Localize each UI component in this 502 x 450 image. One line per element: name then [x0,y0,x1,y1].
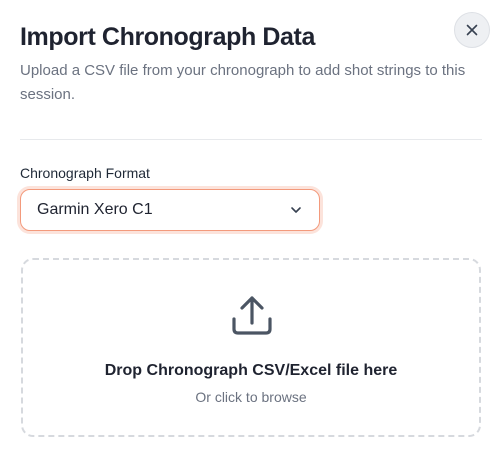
dialog-title: Import Chronograph Data [20,23,315,51]
dropzone-browse-hint: Or click to browse [195,389,307,405]
import-chronograph-dialog: Import Chronograph Data Upload a CSV fil… [0,0,502,450]
dropzone-title: Drop Chronograph CSV/Excel file here [104,362,398,379]
chronograph-format-label: Chronograph Format [20,165,150,181]
chronograph-format-select[interactable]: Garmin Xero C1 [20,189,320,231]
close-button[interactable] [454,12,490,48]
dialog-description: Upload a CSV file from your chronograph … [20,62,466,103]
selected-format-value: Garmin Xero C1 [37,201,153,218]
upload-icon [232,296,272,335]
chevron-down-icon [291,207,301,213]
divider [20,139,482,140]
close-icon [466,24,478,36]
file-dropzone[interactable]: Drop Chronograph CSV/Excel file here Or … [21,258,481,437]
